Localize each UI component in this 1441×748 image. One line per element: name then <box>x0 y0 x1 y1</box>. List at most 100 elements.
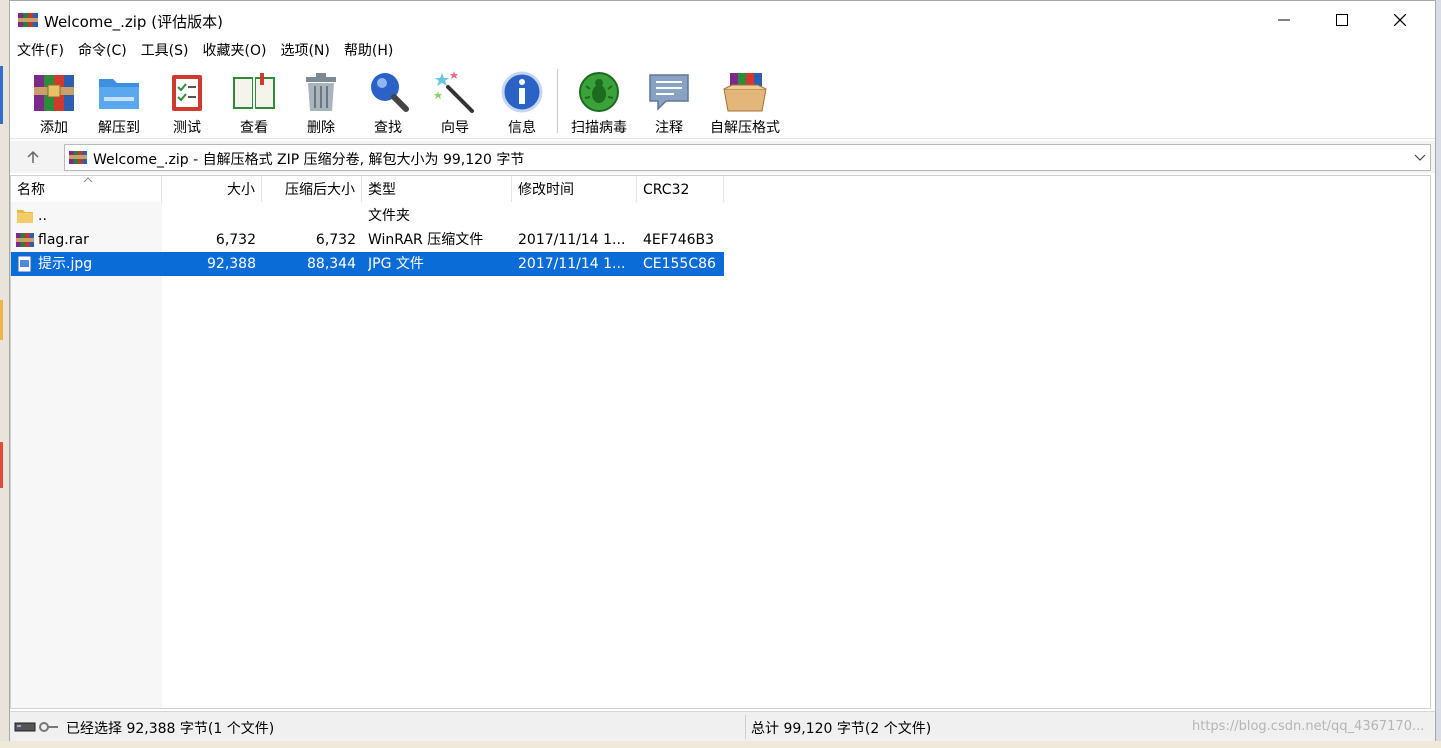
path-combobox[interactable]: Welcome_.zip - 自解压格式 ZIP 压缩分卷, 解包大小为 99,… <box>64 144 1431 171</box>
winrar-window: Welcome_.zip (评估版本) 文件(F) 命令(C) 工具(S) 收藏… <box>9 0 1436 741</box>
status-bar: 已经选择 92,388 字节(1 个文件) 总计 99,120 字节(2 个文件… <box>10 711 1435 741</box>
menu-help[interactable]: 帮助(H) <box>338 39 399 63</box>
trash-icon <box>306 73 336 111</box>
info-label: 信息 <box>508 120 536 136</box>
file-modified: 2017/11/14 1... <box>518 256 626 272</box>
wizard-button[interactable]: 向导 <box>423 67 487 137</box>
watermark-text: https://blog.csdn.net/qq_4367170... <box>1192 719 1425 734</box>
info-button[interactable]: 信息 <box>490 67 554 137</box>
window-title: Welcome_.zip (评估版本) <box>44 13 223 31</box>
file-size: 6,732 <box>215 232 256 248</box>
file-modified: 2017/11/14 1... <box>518 232 626 248</box>
delete-button[interactable]: 删除 <box>289 67 353 137</box>
virus-scan-icon <box>579 72 619 112</box>
file-packed-size <box>262 204 356 228</box>
extract-to-button[interactable]: 解压到 <box>87 67 151 137</box>
list-header: 名称 大小 压缩后大小 类型 修改时间 CRC32 <box>11 176 724 202</box>
column-header-size[interactable]: 大小 <box>162 176 262 202</box>
column-header-crc[interactable]: CRC32 <box>637 176 724 202</box>
file-name: 提示.jpg <box>38 252 162 276</box>
menu-tools[interactable]: 工具(S) <box>135 39 195 63</box>
file-size: 92,388 <box>207 256 256 272</box>
desktop-item-yellow <box>0 300 3 340</box>
file-type: WinRAR 压缩文件 <box>368 232 484 248</box>
file-crc: CE155C86 <box>643 256 716 272</box>
column-header-type[interactable]: 类型 <box>362 176 512 202</box>
sfx-button[interactable]: 自解压格式 <box>705 67 785 137</box>
archive-icon <box>69 151 87 164</box>
title-bar[interactable]: Welcome_.zip (评估版本) <box>10 1 1435 39</box>
toolbar: 添加 解压到 测试 查看 删除 查找 向导 信息 扫描病毒 注释 自解压格式 <box>10 63 1435 139</box>
status-divider <box>745 715 746 739</box>
rar-file-icon <box>16 233 34 247</box>
extract-to-label: 解压到 <box>98 120 140 136</box>
info-icon <box>501 71 543 113</box>
menu-options[interactable]: 选项(N) <box>274 39 335 63</box>
address-bar: Welcome_.zip - 自解压格式 ZIP 压缩分卷, 解包大小为 99,… <box>10 141 1435 173</box>
wizard-wand-icon <box>434 71 474 113</box>
drive-key-icon <box>14 722 58 732</box>
file-name: flag.rar <box>38 232 89 248</box>
file-name: .. <box>38 208 47 224</box>
add-archive-icon <box>34 75 74 111</box>
extract-to-icon <box>99 79 139 109</box>
find-label: 查找 <box>374 120 402 136</box>
winrar-app-icon <box>18 13 38 27</box>
column-header-size-label: 大小 <box>227 182 255 198</box>
name-column-shade <box>11 202 162 708</box>
close-button[interactable] <box>1371 1 1429 39</box>
sfx-box-icon <box>723 73 767 112</box>
comment-button[interactable]: 注释 <box>637 67 701 137</box>
view-button[interactable]: 查看 <box>222 67 286 137</box>
virus-scan-button[interactable]: 扫描病毒 <box>565 67 633 137</box>
file-size <box>162 204 256 228</box>
column-header-packed-label: 压缩后大小 <box>285 182 355 198</box>
file-row-flag-rar[interactable]: flag.rar 6,732 6,732 WinRAR 压缩文件 2017/11… <box>11 228 724 252</box>
wizard-label: 向导 <box>441 120 469 136</box>
comment-label: 注释 <box>655 120 683 136</box>
file-crc <box>643 204 724 228</box>
column-header-crc-label: CRC32 <box>643 182 690 198</box>
file-row-parent[interactable]: .. 文件夹 <box>11 204 724 228</box>
file-modified <box>518 204 637 228</box>
up-folder-button[interactable] <box>20 145 46 169</box>
view-label: 查看 <box>240 120 268 136</box>
maximize-icon <box>1336 14 1348 26</box>
test-label: 测试 <box>173 120 201 136</box>
file-packed-size: 88,344 <box>307 256 356 272</box>
sort-ascending-icon <box>83 177 93 183</box>
jpg-file-icon <box>17 255 32 273</box>
total-status: 总计 99,120 字节(2 个文件) <box>751 721 932 737</box>
file-list[interactable]: 名称 大小 压缩后大小 类型 修改时间 CRC32 .. 文件夹 flag.ra… <box>10 175 1431 709</box>
desktop-item-red <box>0 442 3 488</box>
magnifier-icon <box>371 73 409 112</box>
delete-label: 删除 <box>307 120 335 136</box>
minimize-icon <box>1278 19 1290 21</box>
menu-file[interactable]: 文件(F) <box>11 39 70 63</box>
minimize-button[interactable] <box>1255 1 1313 39</box>
sfx-label: 自解压格式 <box>710 120 780 136</box>
comment-icon <box>649 74 689 111</box>
view-book-icon <box>233 73 275 109</box>
menu-bar: 文件(F) 命令(C) 工具(S) 收藏夹(O) 选项(N) 帮助(H) <box>10 39 1435 63</box>
file-type: JPG 文件 <box>368 256 424 272</box>
test-button[interactable]: 测试 <box>155 67 219 137</box>
menu-favorites[interactable]: 收藏夹(O) <box>197 39 273 63</box>
column-header-name-label: 名称 <box>17 182 45 198</box>
file-row-hint-jpg[interactable]: 提示.jpg 92,388 88,344 JPG 文件 2017/11/14 1… <box>11 252 724 276</box>
column-header-packed[interactable]: 压缩后大小 <box>262 176 362 202</box>
find-button[interactable]: 查找 <box>356 67 420 137</box>
column-header-type-label: 类型 <box>368 182 396 198</box>
add-label: 添加 <box>40 120 68 136</box>
chevron-down-icon[interactable] <box>1414 150 1426 164</box>
test-clipboard-icon <box>172 75 202 111</box>
virus-scan-label: 扫描病毒 <box>571 120 627 136</box>
menu-commands[interactable]: 命令(C) <box>72 39 133 63</box>
column-header-name[interactable]: 名称 <box>11 176 162 202</box>
maximize-button[interactable] <box>1313 1 1371 39</box>
add-button[interactable]: 添加 <box>22 67 86 137</box>
column-header-modified[interactable]: 修改时间 <box>512 176 637 202</box>
close-icon <box>1394 14 1406 26</box>
desktop-item-blue <box>0 66 3 124</box>
arrow-up-icon <box>27 150 39 163</box>
